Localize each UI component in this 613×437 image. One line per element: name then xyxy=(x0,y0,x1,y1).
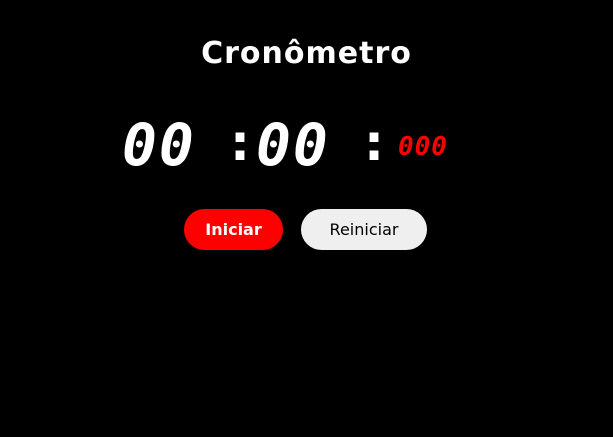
minutes-seconds-separator: : xyxy=(230,114,250,172)
reset-button[interactable]: Reiniciar xyxy=(301,209,427,250)
stopwatch-display: 00 : 00 : 000 xyxy=(0,110,613,180)
seconds-milliseconds-separator: : xyxy=(364,114,384,172)
page-title: Cronômetro xyxy=(201,36,412,71)
seconds-display: 00 xyxy=(256,111,330,179)
start-button[interactable]: Iniciar xyxy=(184,209,283,250)
milliseconds-display: 000 xyxy=(398,132,448,162)
minutes-display: 00 xyxy=(122,111,196,179)
